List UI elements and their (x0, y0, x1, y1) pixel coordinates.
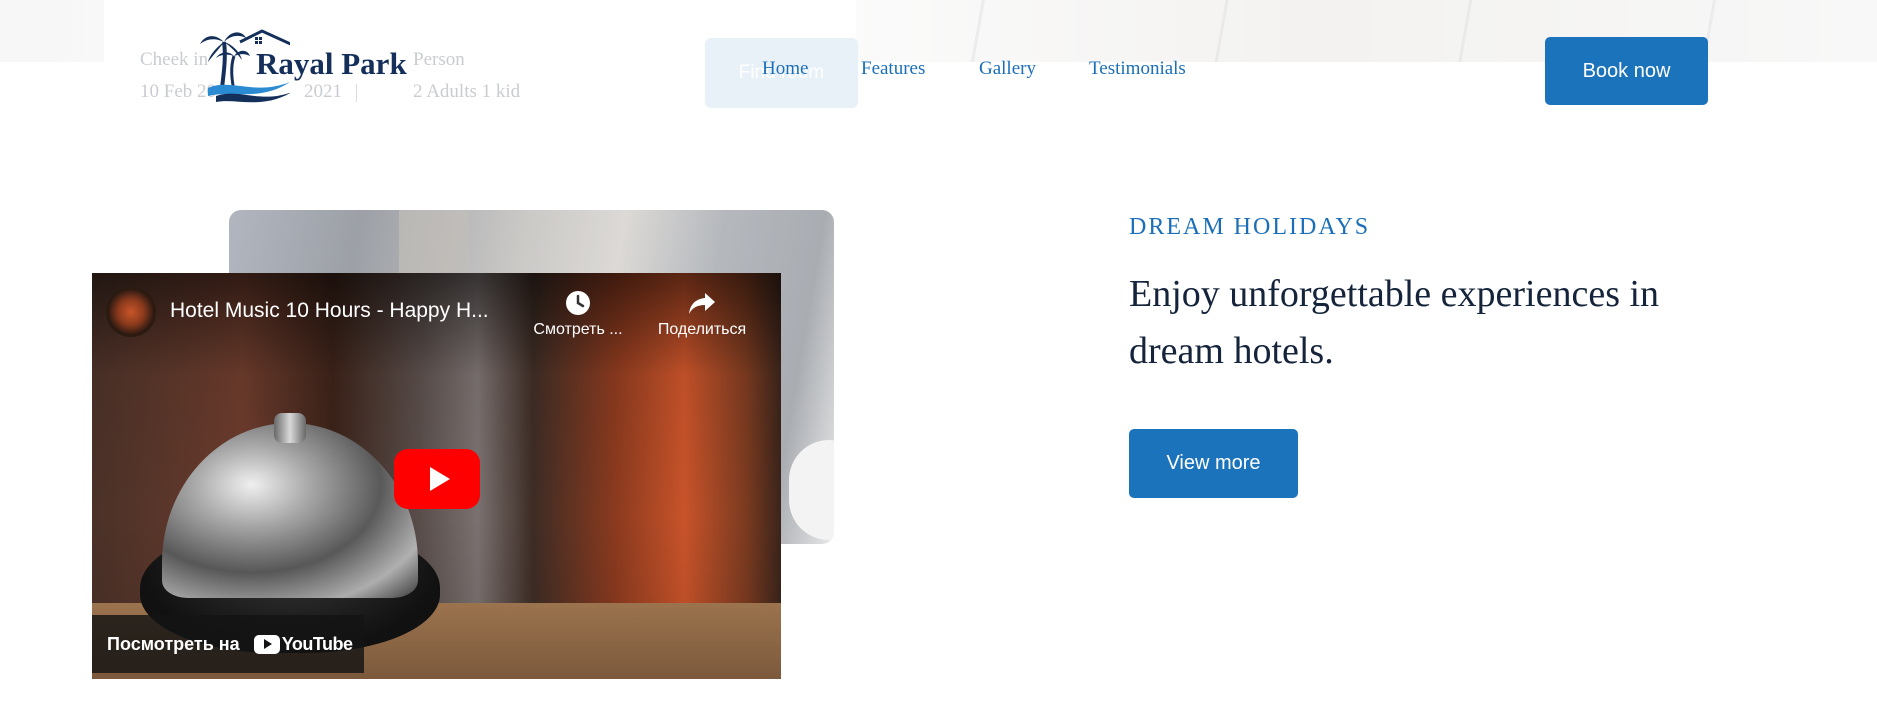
watch-later-button[interactable]: Смотреть ... (523, 289, 633, 339)
logo-text: Rayal Park (256, 46, 407, 81)
book-now-button[interactable]: Book now (1545, 37, 1708, 105)
logo[interactable]: Rayal Park (200, 26, 415, 106)
nav-item-home[interactable]: Home (762, 58, 808, 80)
section-eyebrow: DREAM HOLIDAYS (1129, 214, 1371, 240)
watch-on-youtube-link[interactable]: Посмотреть на YouTube (92, 615, 364, 673)
nav-item-gallery[interactable]: Gallery (979, 58, 1036, 80)
share-label: Поделиться (657, 321, 747, 338)
watch-on-label: Посмотреть на (107, 633, 240, 654)
video-player[interactable]: Hotel Music 10 Hours - Happy H... Смотре… (92, 273, 781, 679)
nav-item-features[interactable]: Features (861, 58, 925, 80)
guests-value: 2 Adults 1 kid (413, 81, 521, 102)
photo-detail (789, 440, 834, 540)
view-more-button[interactable]: View more (1129, 429, 1298, 498)
person-label: Person (413, 49, 465, 70)
share-button[interactable]: Поделиться (647, 289, 757, 339)
watch-later-label: Смотреть ... (533, 321, 623, 338)
share-arrow-icon (689, 293, 715, 314)
play-button[interactable] (394, 449, 480, 509)
booking-person[interactable]: Person 2 Adults 1 kid (413, 44, 520, 108)
play-icon (429, 467, 450, 491)
clock-icon (566, 291, 590, 315)
video-title[interactable]: Hotel Music 10 Hours - Happy H... (170, 299, 489, 323)
youtube-wordmark: YouTube (281, 633, 353, 654)
nav-item-testimonials[interactable]: Testimonials (1089, 58, 1186, 80)
youtube-logo-icon: YouTube (253, 633, 353, 655)
section-headline: Enjoy unforgettable experiences in dream… (1129, 273, 1660, 372)
channel-avatar[interactable] (106, 287, 156, 337)
